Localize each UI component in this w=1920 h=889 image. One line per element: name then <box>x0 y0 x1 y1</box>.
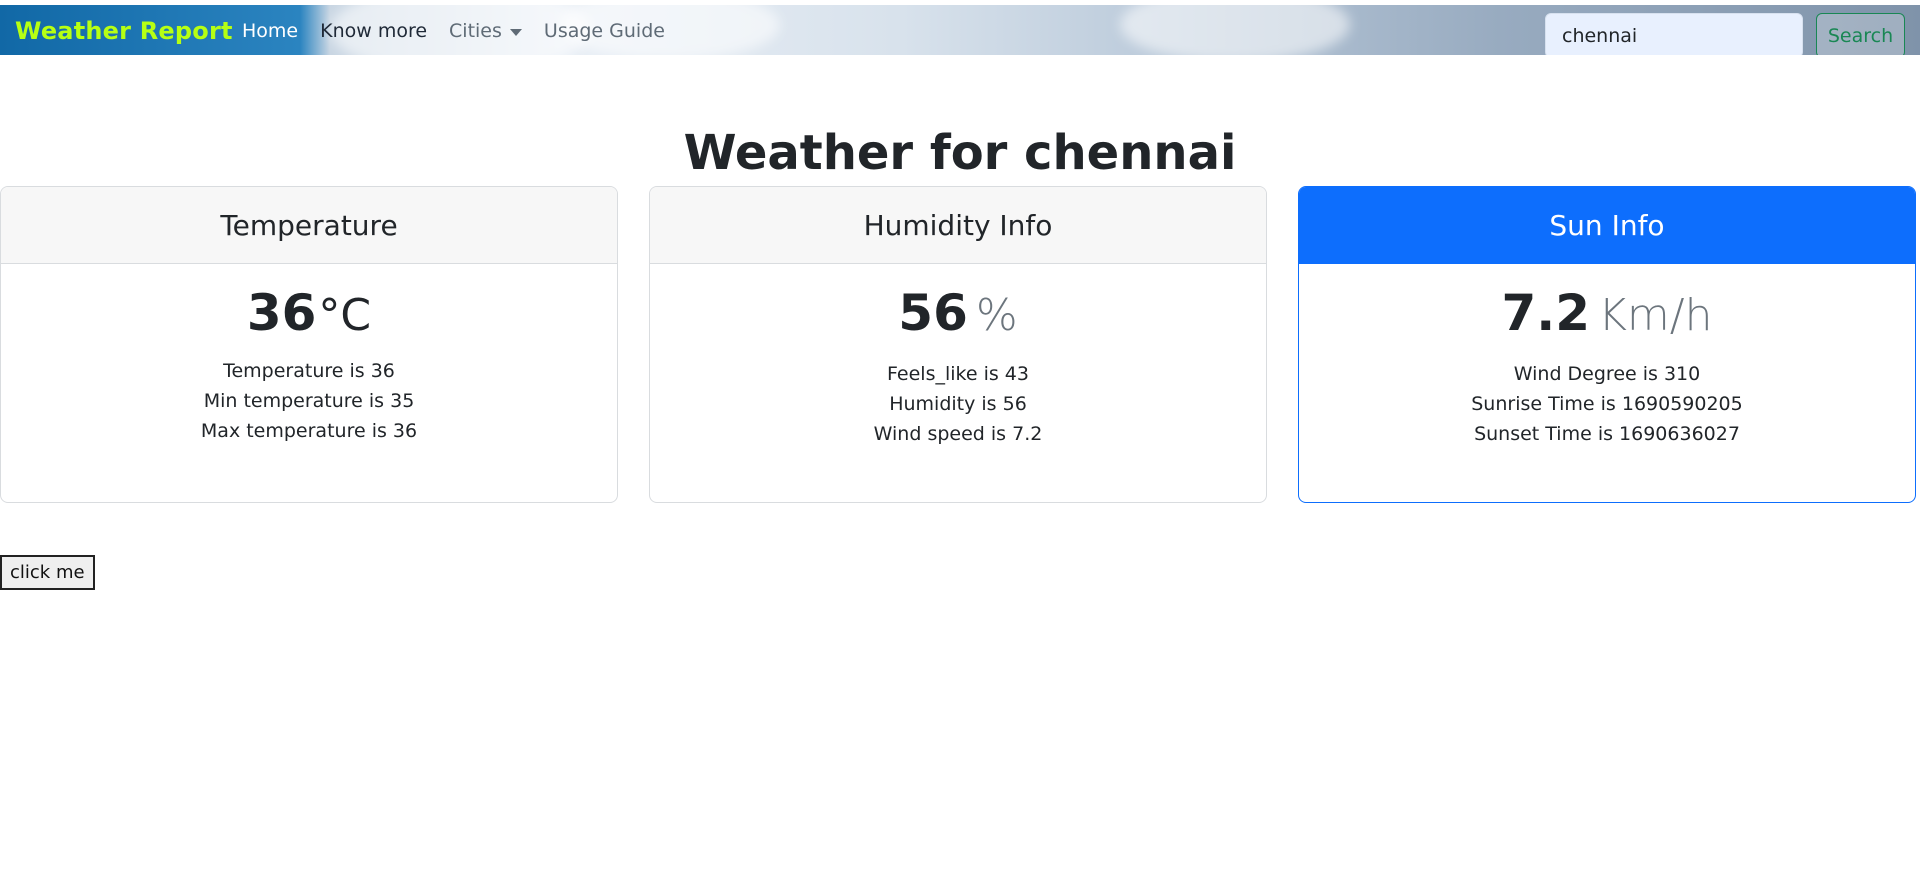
navbar: Weather Report Home Know more Cities Usa… <box>0 5 1920 55</box>
card-body: 56% Feels_like is 43 Humidity is 56 Wind… <box>650 264 1266 449</box>
detail-line: Wind speed is 7.2 <box>873 423 1043 445</box>
detail-line: Temperature is 36 <box>223 360 395 382</box>
temperature-card: Temperature 36°C Temperature is 36 Min t… <box>0 186 618 503</box>
humidity-unit: % <box>975 290 1018 341</box>
detail-line: Min temperature is 35 <box>203 390 415 412</box>
wind-speed-value: 7.2 <box>1501 284 1591 342</box>
detail-line: Feels_like is 43 <box>887 363 1029 385</box>
card-title: Temperature <box>1 187 617 264</box>
nav-cities-dropdown[interactable]: Cities <box>449 20 522 42</box>
nav-links: Home Know more Cities Usage Guide <box>242 20 665 42</box>
wind-value-row: 7.2 Km/h <box>1299 288 1915 341</box>
nav-home-link[interactable]: Home <box>242 20 298 42</box>
card-body: 36°C Temperature is 36 Min temperature i… <box>1 264 617 446</box>
wind-speed-unit: Km/h <box>1598 290 1713 341</box>
humidity-value-row: 56% <box>650 288 1266 341</box>
temperature-value: 36 <box>246 284 317 342</box>
temperature-value-row: 36°C <box>1 288 617 338</box>
city-search-input[interactable] <box>1545 13 1803 55</box>
temperature-unit: °C <box>318 290 372 341</box>
brand-logo[interactable]: Weather Report <box>15 17 233 45</box>
chevron-down-icon <box>509 28 522 36</box>
nav-know-more-link[interactable]: Know more <box>320 20 427 42</box>
search-button[interactable]: Search <box>1816 13 1905 55</box>
detail-line: Wind Degree is 310 <box>1513 363 1701 385</box>
sun-info-card: Sun Info 7.2 Km/h Wind Degree is 310 Sunr… <box>1298 186 1916 503</box>
card-title: Sun Info <box>1299 187 1915 264</box>
humidity-value: 56 <box>898 284 968 342</box>
humidity-card: Humidity Info 56% Feels_like is 43 Humid… <box>649 186 1267 503</box>
sun-details: Wind Degree is 310 Sunrise Time is 16905… <box>1299 359 1915 449</box>
detail-line: Sunset Time is 1690636027 <box>1474 423 1740 445</box>
detail-line: Humidity is 56 <box>889 393 1027 415</box>
temperature-details: Temperature is 36 Min temperature is 35 … <box>1 356 617 446</box>
weather-cards: Temperature 36°C Temperature is 36 Min t… <box>0 186 1920 503</box>
humidity-details: Feels_like is 43 Humidity is 56 Wind spe… <box>650 359 1266 449</box>
card-body: 7.2 Km/h Wind Degree is 310 Sunrise Time … <box>1299 264 1915 449</box>
cities-label: Cities <box>449 20 502 42</box>
detail-line: Max temperature is 36 <box>200 420 418 442</box>
sky-cloud-decoration <box>1120 5 1350 55</box>
nav-usage-guide-link[interactable]: Usage Guide <box>544 20 665 42</box>
page-title: Weather for chennai <box>683 125 1237 182</box>
detail-line: Sunrise Time is 1690590205 <box>1471 393 1743 415</box>
click-me-button[interactable]: click me <box>0 555 95 590</box>
search-form: Search <box>1545 13 1905 55</box>
card-title: Humidity Info <box>650 187 1266 264</box>
